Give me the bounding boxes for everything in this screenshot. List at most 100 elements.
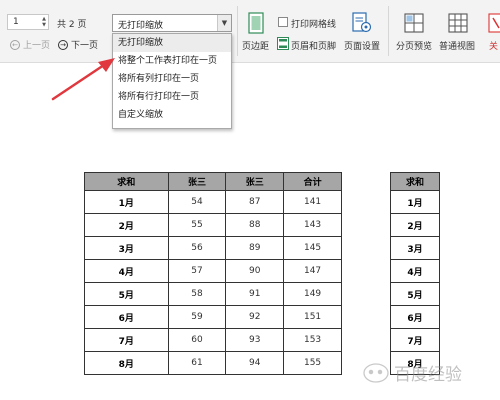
value-cell: 58: [167, 282, 227, 306]
normal-view-label[interactable]: 普通视图: [439, 39, 475, 52]
next-page-label: 下一页: [71, 41, 99, 51]
table-row: 2月 55 88 143: [84, 213, 342, 237]
table-header-row: 求和 张三 张三 合计: [84, 172, 342, 191]
print-gridlines-checkbox[interactable]: [278, 17, 288, 27]
page-setup-icon[interactable]: [352, 12, 372, 34]
table-row: 2月: [390, 213, 440, 237]
print-zoom-select[interactable]: 无打印缩放 ▼: [112, 14, 232, 32]
value-cell: 56: [167, 236, 227, 260]
value-cell: 89: [225, 236, 285, 260]
month-cell: 5月: [84, 282, 169, 306]
month-cell: 5月: [390, 282, 440, 306]
month-cell: 3月: [390, 236, 440, 260]
print-gridlines-label[interactable]: 打印网格线: [291, 17, 336, 30]
header-cell: 求和: [84, 172, 169, 191]
zoom-option-fit-columns-one-page[interactable]: 将所有列打印在一页: [113, 70, 231, 88]
table-row: 3月 56 89 145: [84, 236, 342, 260]
page-break-preview-icon[interactable]: [404, 13, 424, 33]
month-cell: 3月: [84, 236, 169, 260]
next-page-button[interactable]: → 下一页: [58, 38, 98, 51]
month-cell: 1月: [390, 190, 440, 214]
value-cell: 55: [167, 213, 227, 237]
table-row: 1月: [390, 190, 440, 214]
month-cell: 7月: [84, 328, 169, 352]
table-row: 6月 59 92 151: [84, 305, 342, 329]
header-cell: 张三: [225, 172, 285, 191]
total-cell: 153: [283, 328, 342, 352]
zoom-options-dropdown: 无打印缩放 将整个工作表打印在一页 将所有列打印在一页 将所有行打印在一页 自定…: [112, 33, 232, 129]
page-number-value: 1: [13, 17, 19, 27]
table-row: 7月 60 93 153: [84, 328, 342, 352]
value-cell: 90: [225, 259, 285, 283]
toolbar-divider: [388, 6, 389, 56]
total-cell: 145: [283, 236, 342, 260]
spin-arrows-icon[interactable]: ▲ ▼: [41, 16, 47, 28]
preview-table-main: 求和 张三 张三 合计 1月 54 87 141 2月 55 88 143 3月 56 89 14…: [84, 172, 342, 375]
zoom-option-fit-rows-one-page[interactable]: 将所有行打印在一页: [113, 88, 231, 106]
table-row: 4月 57 90 147: [84, 259, 342, 283]
month-cell: 6月: [84, 305, 169, 329]
margins-icon[interactable]: [248, 12, 264, 34]
month-cell: 4月: [84, 259, 169, 283]
value-cell: 61: [167, 351, 227, 375]
header-cell: 张三: [167, 172, 227, 191]
month-cell: 2月: [84, 213, 169, 237]
month-cell: 1月: [84, 190, 169, 214]
table-row: 4月: [390, 259, 440, 283]
prev-page-button[interactable]: ← 上一页: [10, 38, 50, 51]
total-cell: 151: [283, 305, 342, 329]
table-row: 6月: [390, 305, 440, 329]
table-row: 3月: [390, 236, 440, 260]
table-row: 1月 54 87 141: [84, 190, 342, 214]
value-cell: 59: [167, 305, 227, 329]
total-cell: 149: [283, 282, 342, 306]
toolbar-divider: [237, 6, 238, 56]
total-pages-label: 共 2 页: [57, 20, 87, 30]
print-preview-toolbar: 1 ▲ ▼ 共 2 页 ← 上一页 → 下一页 无打印缩放 ▼ 页边距 打印网格线…: [0, 0, 500, 63]
page-setup-label[interactable]: 页面设置: [344, 39, 380, 52]
total-cell: 143: [283, 213, 342, 237]
month-cell: 4月: [390, 259, 440, 283]
prev-page-label: 上一页: [23, 41, 51, 51]
next-arrow-icon: →: [58, 39, 68, 50]
margins-label[interactable]: 页边距: [242, 39, 269, 52]
zoom-selected-value: 无打印缩放: [118, 21, 164, 31]
month-cell: 6月: [390, 305, 440, 329]
header-footer-label[interactable]: 页眉和页脚: [291, 39, 336, 52]
total-cell: 141: [283, 190, 342, 214]
page-number-input[interactable]: 1 ▲ ▼: [7, 14, 49, 30]
table-row: 5月: [390, 282, 440, 306]
month-cell: 2月: [390, 213, 440, 237]
watermark-text: 百度经验: [394, 365, 462, 385]
header-cell: 求和: [390, 172, 440, 191]
table-header-row: 求和: [390, 172, 440, 191]
page-break-preview-label[interactable]: 分页预览: [396, 39, 432, 52]
annotation-arrow: [51, 58, 115, 101]
prev-arrow-icon: ←: [10, 39, 20, 50]
value-cell: 57: [167, 259, 227, 283]
preview-table-side: 求和 1月 2月 3月 4月 5月 6月 7月 8月: [390, 172, 440, 375]
close-preview-label[interactable]: 关: [489, 39, 498, 52]
zoom-option-no-scaling[interactable]: 无打印缩放: [113, 34, 231, 52]
value-cell: 88: [225, 213, 285, 237]
total-cell: 155: [283, 351, 342, 375]
zoom-option-fit-sheet-one-page[interactable]: 将整个工作表打印在一页: [113, 52, 231, 70]
value-cell: 93: [225, 328, 285, 352]
value-cell: 92: [225, 305, 285, 329]
month-cell: 8月: [84, 351, 169, 375]
header-footer-icon[interactable]: [277, 37, 289, 50]
table-row: 7月: [390, 328, 440, 352]
close-preview-icon[interactable]: [488, 13, 500, 33]
value-cell: 54: [167, 190, 227, 214]
chevron-down-icon[interactable]: ▼: [217, 15, 231, 31]
total-cell: 147: [283, 259, 342, 283]
value-cell: 87: [225, 190, 285, 214]
zoom-option-custom[interactable]: 自定义缩放: [113, 106, 231, 124]
value-cell: 91: [225, 282, 285, 306]
baidu-jingyan-watermark: 百度经验: [363, 363, 462, 385]
normal-view-icon[interactable]: [448, 13, 468, 33]
header-cell: 合计: [283, 172, 342, 191]
table-row: 8月 61 94 155: [84, 351, 342, 375]
value-cell: 60: [167, 328, 227, 352]
month-cell: 7月: [390, 328, 440, 352]
